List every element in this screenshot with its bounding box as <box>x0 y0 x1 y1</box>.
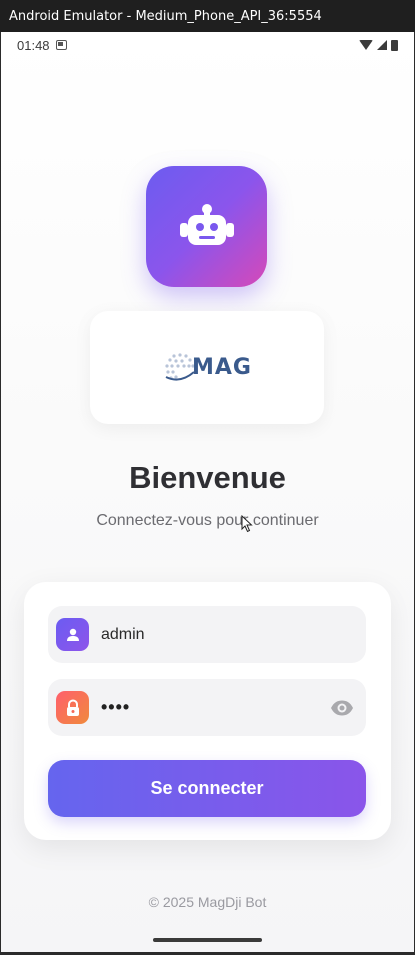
app-logo <box>146 166 267 287</box>
status-right <box>359 39 398 51</box>
robot-icon <box>179 203 234 245</box>
home-indicator[interactable] <box>153 938 262 942</box>
signal-icon <box>377 40 387 50</box>
battery-icon <box>391 39 398 51</box>
status-time: 01:48 <box>17 37 50 53</box>
password-icon-box <box>56 691 89 724</box>
username-input[interactable] <box>101 625 301 644</box>
brand-card: MAG <box>90 311 324 424</box>
mouse-cursor-icon <box>241 515 253 533</box>
username-field[interactable] <box>48 606 366 663</box>
status-bar: 01:48 <box>1 32 414 58</box>
login-button[interactable]: Se connecter <box>48 760 366 817</box>
password-input[interactable]: •••• <box>101 697 130 718</box>
phone-screen: 01:48 MAG Bienvenue Connectez-vous pour … <box>1 32 414 952</box>
sim-card-icon <box>55 40 67 50</box>
person-icon <box>66 628 79 641</box>
window-title: Android Emulator - Medium_Phone_API_36:5… <box>0 0 415 32</box>
eye-icon[interactable] <box>330 696 354 720</box>
login-card: •••• Se connecter <box>24 582 391 840</box>
wifi-icon <box>359 40 373 50</box>
password-field[interactable]: •••• <box>48 679 366 736</box>
lock-icon <box>66 698 79 716</box>
status-left: 01:48 <box>17 38 67 53</box>
welcome-subtitle: Connectez-vous pour continuer <box>96 512 319 529</box>
username-icon-box <box>56 618 89 651</box>
welcome-title: Bienvenue <box>129 460 286 495</box>
brand-text: MAG <box>192 355 252 380</box>
footer-copyright: © 2025 MagDji Bot <box>148 894 267 910</box>
brand-logo: MAG <box>162 350 252 386</box>
